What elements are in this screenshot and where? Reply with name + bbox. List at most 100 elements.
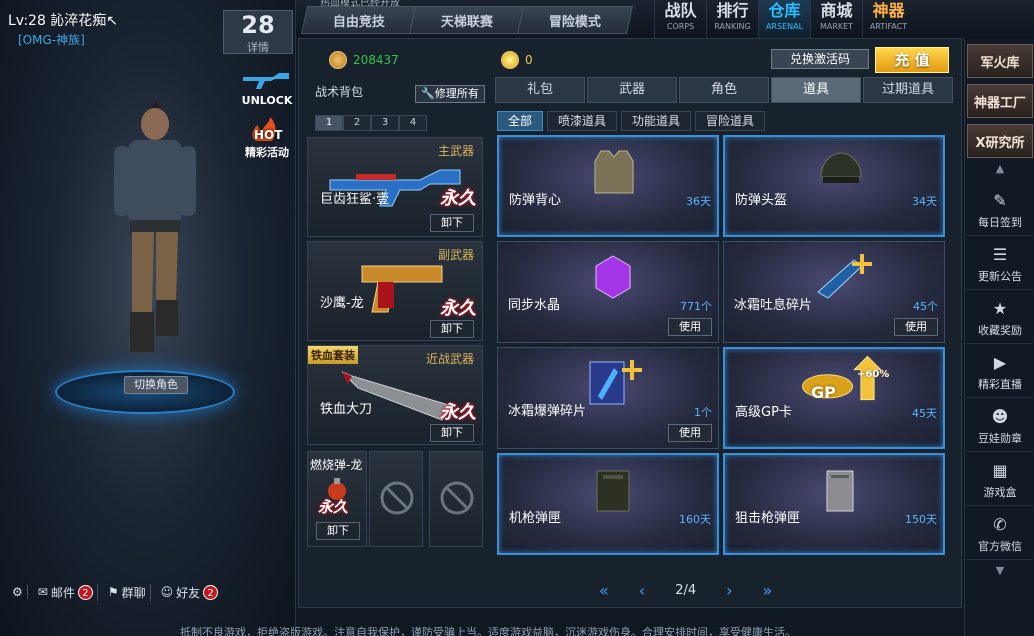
group-chat-label: 群聊	[121, 585, 146, 600]
artifact-factory-button[interactable]: 神器工厂	[967, 84, 1033, 118]
item-card[interactable]: GP +60% 高级GP卡 45天	[723, 347, 945, 449]
item-name: 防弹头盔	[735, 193, 788, 208]
tab-character[interactable]: 角色	[679, 77, 769, 103]
item-card[interactable]: 同步水晶 771个 使用	[497, 241, 719, 343]
mode-ladder[interactable]: 天梯联赛	[409, 6, 525, 34]
tab-en-label: RANKING	[714, 22, 751, 31]
slot-melee-weapon[interactable]: 铁血套装 近战武器 铁血大刀 永久 卸下	[307, 345, 483, 445]
player-clan[interactable]: [OMG-神族]	[18, 31, 85, 48]
tab-expired-items[interactable]: 过期道具	[863, 77, 953, 103]
last-page-icon[interactable]: »	[763, 581, 773, 600]
item-name: 高级GP卡	[735, 405, 792, 420]
backpack-page-2[interactable]: 2	[343, 115, 371, 131]
subtab-spray[interactable]: 喷漆道具	[547, 111, 618, 131]
item-card[interactable]: 冰霜吐息碎片 45个 使用	[723, 241, 945, 343]
slot-primary-weapon[interactable]: 主武器 巨齿狂鲨·壹 永久 卸下	[307, 137, 483, 237]
item-duration: 150天	[905, 513, 937, 526]
slot-grenade[interactable]: 燃烧弹-龙 永久 卸下	[307, 451, 367, 547]
mode-adventure[interactable]: 冒险模式	[517, 6, 633, 34]
tab-en-label: ARSENAL	[765, 22, 804, 31]
friends-button[interactable]: ☺ 好友 2	[157, 584, 223, 601]
unlock-badge[interactable]: UNLOCK	[240, 64, 294, 107]
use-button[interactable]: 使用	[894, 318, 938, 336]
backpack-page-3[interactable]: 3	[371, 115, 399, 131]
sidebar-item-checkin[interactable]: ✎ 每日签到	[967, 186, 1033, 236]
tab-weapon[interactable]: 武器	[587, 77, 677, 103]
scroll-up-icon[interactable]: ▲	[967, 162, 1033, 182]
sidebar-item-live[interactable]: ▶ 精彩直播	[967, 348, 1033, 398]
tab-market[interactable]: 商城 MARKET	[810, 0, 862, 38]
helmet-icon	[820, 152, 862, 183]
sidebar-item-label: 官方微信	[978, 540, 1022, 553]
unload-button[interactable]: 卸下	[430, 424, 474, 442]
tab-corps[interactable]: 战队 CORPS	[654, 0, 706, 38]
tab-ranking[interactable]: 排行 RANKING	[706, 0, 758, 38]
calendar-icon: ✎	[993, 190, 1007, 210]
empty-slot-icon	[380, 481, 414, 515]
sidebar-item-favorite[interactable]: ★ 收藏奖励	[967, 294, 1033, 344]
scroll-down-icon[interactable]: ▼	[967, 564, 1033, 584]
item-card[interactable]: 防弹背心 36天	[497, 135, 719, 237]
recharge-button[interactable]: 充 值	[875, 47, 949, 73]
level-badge[interactable]: 28 详情	[223, 10, 293, 54]
group-chat-button[interactable]: ⚑ 群聊	[104, 583, 151, 601]
unload-button[interactable]: 卸下	[430, 320, 474, 338]
sidebar-item-label: 更新公告	[978, 270, 1022, 283]
item-card[interactable]: 机枪弹匣 160天	[497, 453, 719, 555]
tab-cn-label: 商城	[820, 1, 853, 20]
permanent-tag: 永久	[440, 402, 476, 423]
subtab-all[interactable]: 全部	[497, 111, 544, 131]
vest-icon	[594, 150, 634, 194]
event-badge[interactable]: HOT 精彩活动	[240, 114, 294, 160]
subtab-function[interactable]: 功能道具	[621, 111, 692, 131]
tab-items[interactable]: 道具	[771, 77, 861, 103]
backpack-page-1[interactable]: 1	[315, 115, 343, 131]
item-name: 狙击枪弹匣	[735, 511, 801, 526]
slot-empty[interactable]	[429, 451, 483, 547]
item-category-tabs: 礼包 武器 角色 道具 过期道具	[495, 77, 953, 103]
x-institute-button[interactable]: X研究所	[967, 124, 1033, 158]
switch-character-button[interactable]: 切换角色	[124, 376, 188, 394]
unload-button[interactable]: 卸下	[430, 214, 474, 232]
use-button[interactable]: 使用	[668, 318, 712, 336]
mode-free-battle[interactable]: 自由竞技	[301, 6, 417, 34]
backpack-page-4[interactable]: 4	[399, 115, 427, 131]
tab-en-label: CORPS	[666, 22, 695, 31]
item-duration: 45个	[913, 300, 938, 313]
notice-icon: ☰	[992, 244, 1008, 264]
sidebar-item-wechat[interactable]: ✆ 官方微信	[967, 510, 1033, 560]
item-card[interactable]: 冰霜爆弹碎片 1个 使用	[497, 347, 719, 449]
mail-count-badge: 2	[77, 584, 93, 600]
tab-arsenal[interactable]: 仓库 ARSENAL	[758, 0, 810, 38]
slot-empty[interactable]	[369, 451, 423, 547]
sniper-magazine-icon	[826, 470, 854, 512]
wechat-icon: ✆	[993, 514, 1007, 534]
mail-button[interactable]: ✉ 邮件 2	[34, 583, 98, 601]
item-card[interactable]: 防弹头盔 34天	[723, 135, 945, 237]
frost-rifle-fragment-icon	[817, 254, 872, 299]
armory-button[interactable]: 军火库	[967, 44, 1033, 78]
item-name: 防弹背心	[509, 193, 562, 208]
sidebar-item-label: 每日签到	[978, 216, 1022, 229]
settings-button[interactable]: ⚙	[8, 585, 28, 599]
sidebar-item-medal[interactable]: ☻ 豆娃勋章	[967, 402, 1033, 452]
character-model	[100, 100, 210, 390]
subtab-adventure[interactable]: 冒险道具	[695, 111, 766, 131]
tab-artifact[interactable]: 神器 ARTIFACT	[862, 0, 914, 38]
coin-balance: 208437	[329, 51, 399, 69]
tab-cn-label: 排行	[716, 1, 749, 20]
use-button[interactable]: 使用	[668, 424, 712, 442]
next-page-icon[interactable]: ›	[726, 581, 732, 600]
slot-weapon-name: 巨齿狂鲨·壹	[320, 192, 390, 207]
sidebar-item-label: 游戏盒	[983, 486, 1017, 499]
tab-gift[interactable]: 礼包	[495, 77, 585, 103]
redeem-code-button[interactable]: 兑换激活码	[771, 49, 869, 69]
sidebar-item-announcement[interactable]: ☰ 更新公告	[967, 240, 1033, 290]
unload-button[interactable]: 卸下	[316, 522, 360, 540]
slot-secondary-weapon[interactable]: 副武器 沙鹰-龙 永久 卸下	[307, 241, 483, 341]
item-card[interactable]: 狙击枪弹匣 150天	[723, 453, 945, 555]
first-page-icon[interactable]: «	[599, 581, 609, 600]
prev-page-icon[interactable]: ‹	[639, 581, 645, 600]
sidebar-item-gamebox[interactable]: ▦ 游戏盒	[967, 456, 1033, 506]
repair-all-button[interactable]: 🔧修理所有	[415, 85, 485, 103]
